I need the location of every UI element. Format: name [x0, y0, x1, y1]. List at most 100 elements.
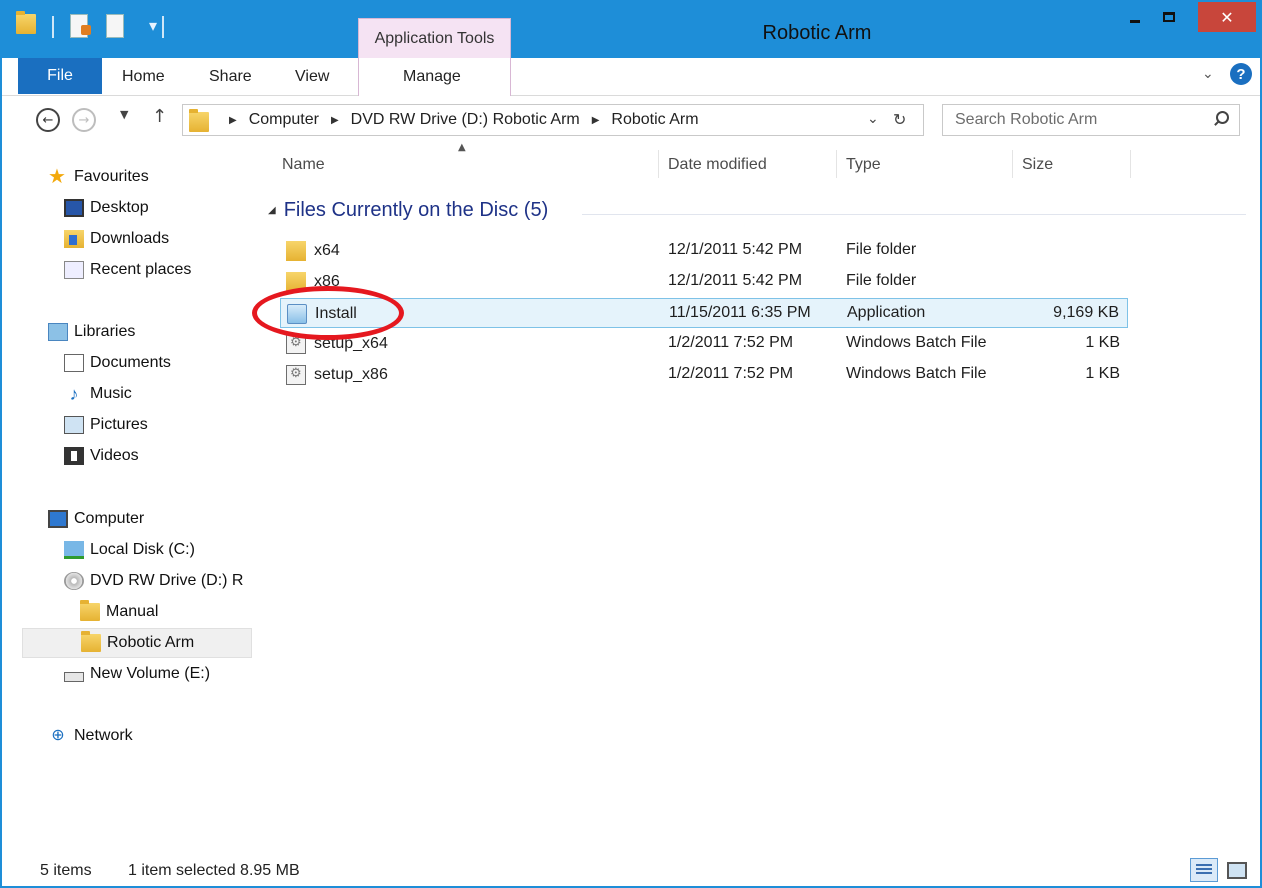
nav-pictures[interactable]: Pictures: [64, 412, 148, 438]
nav-computer[interactable]: Computer: [48, 506, 144, 532]
column-divider[interactable]: [836, 150, 837, 178]
column-header-name[interactable]: Name: [282, 156, 325, 174]
nav-music[interactable]: ♪ Music: [64, 381, 132, 407]
title-bar[interactable]: ▾ Application Tools Robotic Arm ✕: [2, 2, 1260, 58]
videos-icon: [64, 447, 84, 465]
recent-locations-chevron-icon[interactable]: ▼: [120, 108, 128, 121]
breadcrumb-separator-icon[interactable]: ▶: [331, 115, 339, 126]
customize-toolbar-icon[interactable]: ▾: [149, 16, 157, 35]
file-row[interactable]: setup_x86 1/2/2011 7:52 PM Windows Batch…: [280, 360, 1128, 390]
large-icons-view-icon[interactable]: [1224, 858, 1248, 882]
nav-label: Favourites: [74, 168, 149, 185]
file-type: File folder: [846, 241, 917, 258]
documents-icon: [64, 354, 84, 372]
nav-label: Music: [90, 385, 132, 402]
tab-manage-container[interactable]: Manage: [358, 58, 511, 96]
nav-label: DVD RW Drive (D:) R: [90, 572, 244, 589]
nav-desktop[interactable]: Desktop: [64, 195, 149, 221]
quick-access-folder-icon[interactable]: [16, 11, 38, 36]
forward-button[interactable]: →: [72, 108, 96, 132]
file-type: Windows Batch File: [846, 365, 987, 382]
nav-recent-places[interactable]: Recent places: [64, 257, 191, 283]
file-row[interactable]: setup_x64 1/2/2011 7:52 PM Windows Batch…: [280, 329, 1128, 359]
breadcrumb-separator-icon[interactable]: ▶: [229, 115, 237, 126]
quick-access-separator: [162, 16, 164, 38]
star-icon: ★: [48, 166, 66, 188]
breadcrumb-dvd-drive[interactable]: DVD RW Drive (D:) Robotic Arm: [351, 111, 580, 129]
file-row[interactable]: x86 12/1/2011 5:42 PM File folder: [280, 267, 1128, 297]
minimize-button[interactable]: [1118, 2, 1152, 32]
file-row-selected[interactable]: Install 11/15/2011 6:35 PM Application 9…: [280, 298, 1128, 328]
nav-new-volume[interactable]: New Volume (E:): [64, 661, 210, 687]
nav-label: Pictures: [90, 416, 148, 433]
status-bar: 5 items 1 item selected 8.95 MB: [2, 852, 1260, 888]
batch-file-icon: [286, 365, 306, 385]
up-arrow-icon[interactable]: ↑: [152, 106, 167, 127]
nav-label: Videos: [90, 447, 139, 464]
ribbon-tab-bar: File Home Share View Manage ⌄ ?: [2, 58, 1260, 96]
nav-manual[interactable]: Manual: [80, 599, 158, 625]
file-size: 1 KB: [1085, 365, 1120, 382]
search-box[interactable]: Search Robotic Arm: [942, 104, 1240, 136]
application-tools-label: Application Tools: [374, 30, 495, 47]
nav-label: Downloads: [90, 230, 170, 247]
address-bar[interactable]: ▶ Computer ▶ DVD RW Drive (D:) Robotic A…: [182, 104, 924, 136]
column-header-date-modified[interactable]: Date modified: [668, 156, 767, 174]
libraries-icon: [48, 323, 68, 341]
nav-label: Robotic Arm: [107, 634, 195, 651]
tab-view[interactable]: View: [295, 68, 329, 86]
address-folder-icon: [189, 109, 209, 132]
column-divider[interactable]: [1130, 150, 1131, 178]
nav-dvd-drive[interactable]: DVD RW Drive (D:) R: [64, 568, 243, 594]
search-placeholder[interactable]: Search Robotic Arm: [955, 111, 1097, 129]
close-button[interactable]: ✕: [1198, 2, 1256, 32]
search-icon[interactable]: [1213, 111, 1229, 125]
column-divider[interactable]: [658, 150, 659, 178]
file-row[interactable]: x64 12/1/2011 5:42 PM File folder: [280, 236, 1128, 266]
properties-icon[interactable]: [70, 14, 91, 38]
help-icon[interactable]: ?: [1230, 63, 1252, 85]
nav-label: Documents: [90, 354, 171, 371]
file-name-cell: x64: [286, 241, 340, 261]
nav-videos[interactable]: Videos: [64, 443, 139, 469]
refresh-icon[interactable]: ↻: [893, 110, 906, 129]
highlight-annotation-circle: [252, 286, 404, 340]
nav-label: Recent places: [90, 261, 192, 278]
nav-downloads[interactable]: Downloads: [64, 226, 169, 252]
new-folder-icon[interactable]: [106, 14, 124, 38]
breadcrumb: ▶ Computer ▶ DVD RW Drive (D:) Robotic A…: [217, 111, 699, 129]
maximize-button[interactable]: [1152, 2, 1186, 32]
tab-home[interactable]: Home: [122, 68, 165, 86]
address-history-chevron-icon[interactable]: ⌄: [867, 111, 879, 127]
file-date: 11/15/2011 6:35 PM: [669, 304, 811, 321]
nav-network[interactable]: ⊕ Network: [48, 723, 132, 749]
nav-favourites[interactable]: ★ Favourites: [48, 164, 149, 190]
volume-icon: [64, 672, 84, 682]
breadcrumb-separator-icon[interactable]: ▶: [592, 115, 600, 126]
network-icon: ⊕: [51, 727, 65, 744]
file-date: 1/2/2011 7:52 PM: [668, 334, 794, 351]
nav-robotic-arm[interactable]: Robotic Arm: [22, 628, 252, 658]
file-type: File folder: [846, 272, 917, 289]
breadcrumb-computer[interactable]: Computer: [249, 111, 319, 129]
nav-libraries[interactable]: Libraries: [48, 319, 135, 345]
collapse-group-icon[interactable]: ◢: [268, 205, 276, 216]
details-view-icon[interactable]: [1190, 858, 1218, 882]
sort-ascending-icon: ▲: [458, 142, 466, 153]
explorer-window: ▾ Application Tools Robotic Arm ✕ File H…: [0, 0, 1262, 888]
expand-ribbon-chevron-icon[interactable]: ⌄: [1202, 66, 1214, 82]
column-divider[interactable]: [1012, 150, 1013, 178]
group-header[interactable]: ◢ Files Currently on the Disc (5): [268, 199, 548, 222]
tab-file[interactable]: File: [18, 58, 102, 94]
file-name: x64: [314, 242, 340, 259]
nav-documents[interactable]: Documents: [64, 350, 171, 376]
nav-local-disk[interactable]: Local Disk (C:): [64, 537, 195, 563]
folder-icon: [81, 631, 101, 652]
file-date: 12/1/2011 5:42 PM: [668, 241, 803, 258]
column-header-type[interactable]: Type: [846, 156, 881, 174]
back-button[interactable]: ←: [36, 108, 60, 132]
tab-manage[interactable]: Manage: [403, 68, 461, 86]
breadcrumb-robotic-arm[interactable]: Robotic Arm: [611, 111, 698, 129]
column-header-size[interactable]: Size: [1022, 156, 1053, 174]
tab-share[interactable]: Share: [209, 68, 252, 86]
